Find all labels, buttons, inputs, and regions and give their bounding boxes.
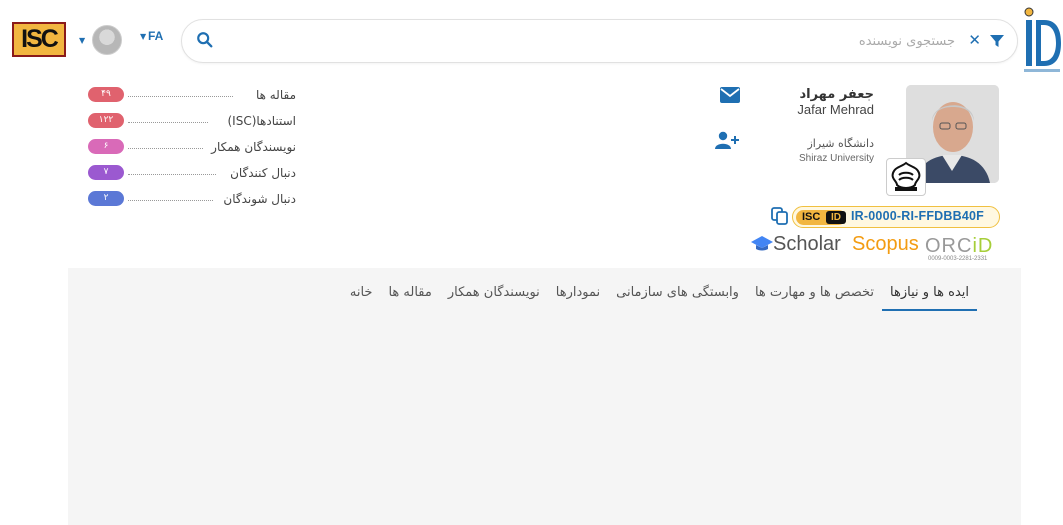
- language-chevron-icon[interactable]: ▼: [140, 32, 146, 41]
- filter-icon[interactable]: [989, 33, 1005, 49]
- university-logo[interactable]: [886, 158, 926, 196]
- stat-count-badge: ۷: [88, 165, 124, 180]
- stat-count-badge: ۶: [88, 139, 124, 154]
- graduation-cap-icon[interactable]: [751, 235, 773, 251]
- author-name-en: Jafar Mehrad: [797, 102, 874, 117]
- isc-logo[interactable]: ISC: [12, 22, 66, 57]
- stat-row-following[interactable]: دنبال شوندگان ۲: [88, 189, 298, 215]
- stat-row-coauthors[interactable]: نویسندگان همکار ۶: [88, 137, 298, 163]
- main-content: خانه مقاله ها نویسندگان همکار نمودارها و…: [68, 268, 1021, 525]
- user-avatar[interactable]: [92, 25, 122, 55]
- dotted-leader: [128, 200, 213, 201]
- dotted-leader: [128, 174, 216, 175]
- orcid-link[interactable]: ORCiD: [925, 235, 993, 258]
- orcid-label: ORC: [925, 235, 973, 257]
- stats-list: مقاله ها ۴۹ استنادها(ISC) ۱۲۲ نویسندگان …: [88, 85, 298, 215]
- stat-row-articles[interactable]: مقاله ها ۴۹: [88, 85, 298, 111]
- search-icon[interactable]: [196, 31, 214, 49]
- search-input[interactable]: [255, 28, 955, 54]
- dotted-leader: [128, 122, 208, 123]
- id-logo[interactable]: [1022, 6, 1062, 76]
- tab-home[interactable]: خانه: [342, 279, 381, 311]
- tab-expertise[interactable]: تخصص ها و مهارت ها: [747, 279, 882, 311]
- isc-logo-text: ISC: [21, 25, 59, 53]
- profile-page: ISC ▼ ▼ FA ✕ مقاله ها ۴۹ استنادها(ISC): [0, 0, 1063, 525]
- tab-ideas[interactable]: ایده ها و نیازها: [882, 279, 977, 311]
- tab-coauthors[interactable]: نویسندگان همکار: [440, 279, 548, 311]
- isc-id-logo-isc: ISC: [802, 211, 821, 223]
- mail-icon[interactable]: [720, 87, 740, 103]
- stat-count-badge: ۴۹: [88, 87, 124, 102]
- copy-icon[interactable]: [771, 207, 789, 225]
- isc-id-logo: ISC ID: [796, 210, 846, 225]
- tab-articles[interactable]: مقاله ها: [380, 279, 439, 311]
- stat-label: دنبال شوندگان: [223, 192, 296, 206]
- affiliation-fa[interactable]: دانشگاه شیراز: [808, 137, 875, 150]
- chevron-down-icon[interactable]: ▼: [79, 36, 85, 45]
- scopus-link[interactable]: Scopus: [852, 233, 919, 256]
- stat-label: استنادها(ISC): [227, 114, 296, 128]
- orcid-number: 0009-0003-2281-2331: [928, 256, 988, 262]
- stat-row-followers[interactable]: دنبال کنندگان ۷: [88, 163, 298, 189]
- dotted-leader: [128, 96, 233, 97]
- affiliation-en[interactable]: Shiraz University: [799, 153, 874, 164]
- language-selector[interactable]: FA: [148, 29, 163, 43]
- stat-count-badge: ۲: [88, 191, 124, 206]
- stat-count-badge: ۱۲۲: [88, 113, 124, 128]
- stat-label: دنبال کنندگان: [230, 166, 296, 180]
- profile-tabs: خانه مقاله ها نویسندگان همکار نمودارها و…: [342, 279, 977, 311]
- isc-id-value: IR-0000-RI-FFDBB40F: [851, 209, 984, 223]
- stat-label: نویسندگان همکار: [211, 140, 296, 154]
- tab-affiliations[interactable]: وابستگی های سازمانی: [608, 279, 747, 311]
- isc-id-badge[interactable]: ISC ID IR-0000-RI-FFDBB40F: [792, 206, 1000, 228]
- isc-id-logo-id: ID: [826, 211, 846, 224]
- dotted-leader: [128, 148, 203, 149]
- stat-row-citations[interactable]: استنادها(ISC) ۱۲۲: [88, 111, 298, 137]
- google-scholar-link[interactable]: Scholar: [773, 233, 841, 256]
- tab-charts[interactable]: نمودارها: [548, 279, 608, 311]
- author-name-fa: جعفر مهراد: [799, 87, 874, 102]
- add-user-icon[interactable]: [715, 131, 739, 149]
- search-bar: ✕: [181, 19, 1018, 63]
- stat-label: مقاله ها: [255, 88, 296, 102]
- orcid-accent: iD: [972, 235, 994, 257]
- close-icon[interactable]: ✕: [968, 31, 981, 49]
